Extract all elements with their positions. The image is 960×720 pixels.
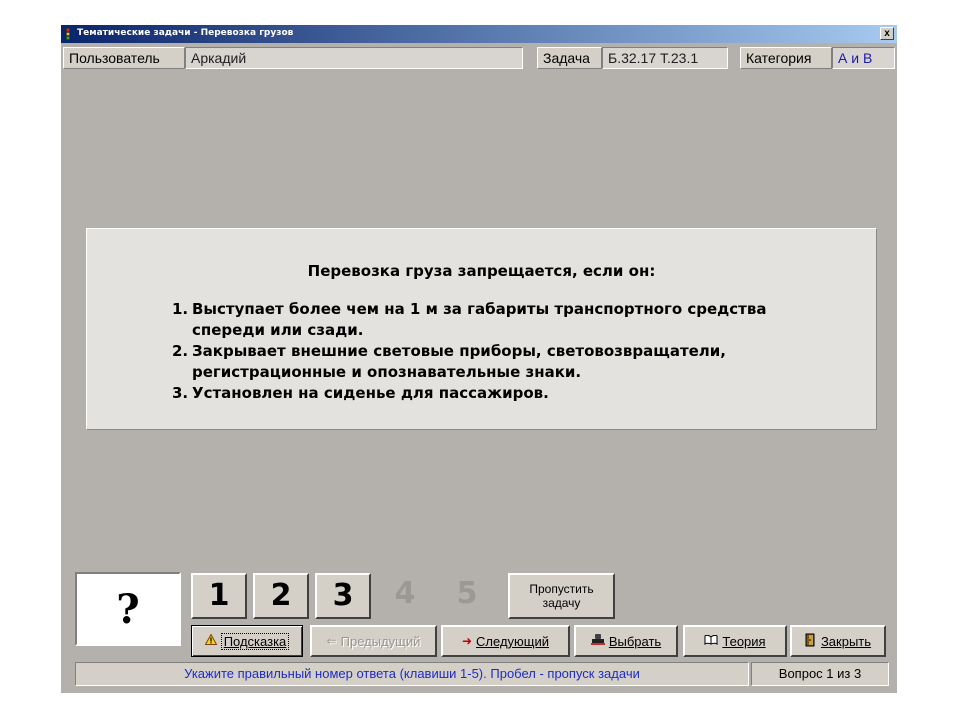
item-line: Закрывает внешние световые приборы, свет… [192, 342, 727, 360]
next-label: Следующий [476, 633, 550, 649]
task-value: Б.32.17 Т.23.1 [602, 47, 728, 69]
hint-label: Подсказка [223, 633, 287, 649]
answer-box: ? [75, 572, 181, 646]
question-item: 3. Установлен на сиденье для пассажиров. [172, 383, 766, 404]
category-value: А и В [832, 47, 895, 69]
close-label: Закрыть [820, 633, 872, 649]
skip-task-label: Пропустить задачу [529, 582, 594, 610]
hint-button[interactable]: Подсказка [191, 625, 303, 657]
title-bar[interactable]: Тематические задачи - Перевозка грузов x [61, 25, 897, 43]
answer-button-4: 4 [394, 576, 416, 611]
close-button[interactable]: Закрыть [790, 625, 886, 657]
arrow-left-icon: ⇐ [326, 634, 337, 648]
previous-label: Предыдущий [340, 633, 421, 649]
question-item: 2. Закрывает внешние световые приборы, с… [172, 341, 766, 383]
user-label: Пользователь [63, 47, 185, 69]
item-line: Выступает более чем на 1 м за габариты т… [192, 300, 767, 318]
app-window: Тематические задачи - Перевозка грузов x… [61, 25, 897, 693]
close-icon: x [884, 28, 890, 39]
item-line: регистрационные и опознавательные знаки. [192, 363, 582, 381]
item-number: 2. [172, 342, 189, 360]
item-line: Установлен на сиденье для пассажиров. [192, 384, 549, 402]
arrow-right-icon: ➜ [461, 634, 473, 648]
user-value: Аркадий [185, 47, 523, 69]
close-window-button[interactable]: x [880, 27, 894, 40]
answer-button-2[interactable]: 2 [253, 573, 309, 619]
previous-button[interactable]: ⇐ Предыдущий [310, 625, 437, 657]
theory-button[interactable]: Теория [683, 625, 787, 657]
next-button[interactable]: ➜ Следующий [441, 625, 570, 657]
choose-label: Выбрать [608, 633, 662, 649]
choose-button[interactable]: Выбрать [574, 625, 678, 657]
answer-button-5: 5 [456, 576, 478, 611]
book-icon [704, 634, 718, 648]
question-item: 1. Выступает более чем на 1 м за габарит… [172, 299, 766, 341]
category-label: Категория [740, 47, 832, 69]
task-label: Задача [537, 47, 602, 69]
skip-task-button[interactable]: Пропустить задачу [508, 573, 615, 619]
question-list: 1. Выступает более чем на 1 м за габарит… [172, 299, 766, 404]
item-number: 1. [172, 300, 189, 318]
door-exit-icon [805, 633, 817, 650]
theory-label: Теория [722, 633, 766, 649]
answer-button-1[interactable]: 1 [191, 573, 247, 619]
window-title: Тематические задачи - Перевозка грузов [77, 28, 294, 38]
warning-icon [204, 633, 218, 648]
answer-button-3[interactable]: 3 [315, 573, 371, 619]
question-counter: Вопрос 1 из 3 [751, 662, 889, 686]
question-title: Перевозка груза запрещается, если он: [307, 262, 656, 280]
stamp-icon [590, 633, 605, 649]
item-line: спереди или сзади. [192, 321, 364, 339]
status-message: Укажите правильный номер ответа (клавиши… [75, 662, 749, 686]
info-bar: Пользователь Аркадий Задача Б.32.17 Т.23… [63, 47, 895, 69]
question-panel: Перевозка груза запрещается, если он: 1.… [86, 228, 877, 430]
item-number: 3. [172, 384, 189, 402]
app-icon [66, 28, 70, 40]
